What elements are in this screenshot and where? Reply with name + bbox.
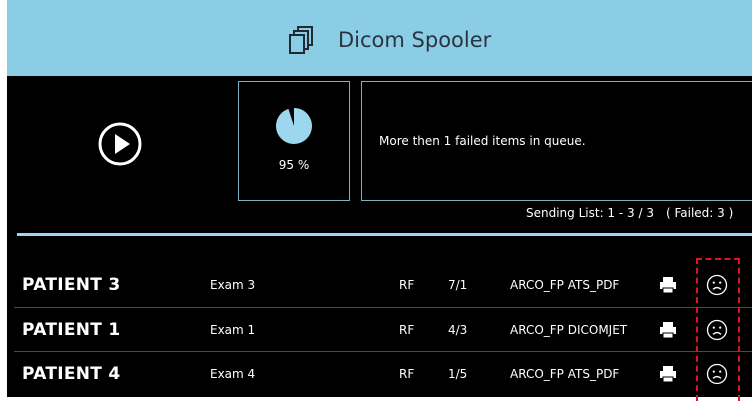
patient-name: PATIENT 4 xyxy=(22,364,121,384)
printer-icon[interactable] xyxy=(659,322,677,338)
status-message: More then 1 failed items in queue. xyxy=(379,134,586,148)
image-count: 4/3 xyxy=(448,323,468,337)
section-divider xyxy=(17,233,752,236)
patient-name: PATIENT 3 xyxy=(22,275,121,295)
modality: RF xyxy=(399,367,415,381)
patient-name: PATIENT 1 xyxy=(22,320,121,340)
destination: ARCO_FP DICOMJET xyxy=(510,323,628,337)
app-title: Dicom Spooler xyxy=(338,28,492,52)
progress-percent: 95 % xyxy=(278,158,310,172)
destination: ARCO_FP ATS_PDF xyxy=(510,278,620,292)
progress-pie-chart xyxy=(276,108,312,144)
exam-name: Exam 1 xyxy=(210,323,256,337)
progress-panel: 95 % xyxy=(238,81,350,201)
title-group: Dicom Spooler xyxy=(286,22,491,58)
image-count: 1/5 xyxy=(448,367,468,381)
modality: RF xyxy=(399,323,415,337)
printer-icon[interactable] xyxy=(659,277,677,293)
failed-count-label: ( Failed: 3 ) xyxy=(665,206,734,220)
progress-pie-slice xyxy=(276,108,312,144)
queue-row[interactable]: PATIENT 3 Exam 3 RF 7/1 ARCO_FP ATS_PDF xyxy=(7,263,752,307)
queue-row[interactable]: PATIENT 1 Exam 1 RF 4/3 ARCO_FP DICOMJET xyxy=(7,308,752,352)
sending-list-label: Sending List: 1 - 3 / 3 xyxy=(526,206,654,220)
message-panel: More then 1 failed items in queue. xyxy=(361,81,752,201)
printer-icon[interactable] xyxy=(659,366,677,382)
play-icon[interactable] xyxy=(98,122,142,166)
exam-name: Exam 3 xyxy=(210,278,256,292)
highlight-box xyxy=(696,258,740,401)
header-bar: Dicom Spooler xyxy=(7,0,752,76)
dicom-spooler-window: Dicom Spooler 95 % More then 1 failed it… xyxy=(7,0,752,397)
modality: RF xyxy=(399,278,415,292)
exam-name: Exam 4 xyxy=(210,367,256,381)
sending-summary: Sending List: 1 - 3 / 3 ( Failed: 3 ) xyxy=(526,206,733,220)
documents-stack-icon xyxy=(289,26,313,54)
destination: ARCO_FP ATS_PDF xyxy=(510,367,620,381)
queue-row[interactable]: PATIENT 4 Exam 4 RF 1/5 ARCO_FP ATS_PDF xyxy=(7,352,752,396)
image-count: 7/1 xyxy=(448,278,468,292)
